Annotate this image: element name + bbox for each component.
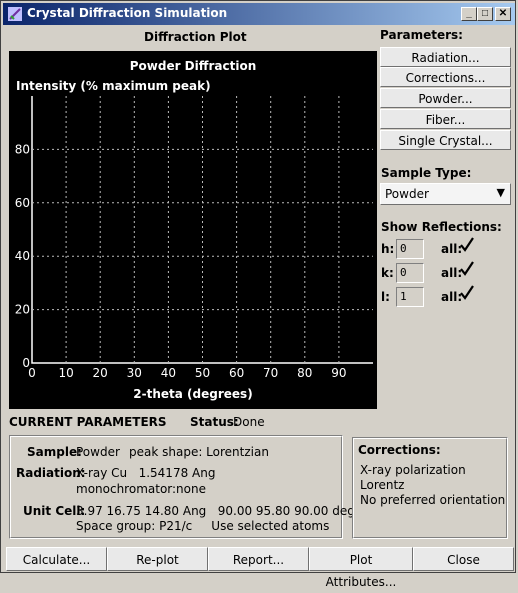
diffraction-plot-label: Diffraction Plot [144,30,247,44]
show-reflections-label: Show Reflections: [381,220,502,234]
diffraction-plot[interactable]: Powder Diffraction Intensity (% maximum … [9,51,377,409]
plot-canvas[interactable]: Powder Diffraction Intensity (% maximum … [9,51,377,409]
y-tick-label: 40 [15,249,30,263]
y-tick-label: 60 [15,196,30,210]
plot-attributes-button[interactable]: Plot Attributes... [309,547,413,589]
x-tick-label: 90 [331,366,346,380]
monochromator-value: monochromator:none [76,482,206,496]
x-tick-label: 10 [58,366,73,380]
radiation-button[interactable]: Radiation... [380,47,511,67]
parameters-label: Parameters: [380,28,463,42]
current-parameters-label: CURRENT PARAMETERS [9,415,167,429]
correction-item: X-ray polarization [360,463,466,477]
title-bar[interactable]: Crystal Diffraction Simulation _ □ ✕ [3,3,515,25]
space-group-value: Space group: P21/c Use selected atoms [76,519,330,533]
peak-shape-value: peak shape: Lorentzian [129,445,269,459]
correction-item: Lorentz [360,478,405,492]
sample-value: Powder [76,445,120,459]
y-tick-label: 20 [15,303,30,317]
x-tick-label: 20 [93,366,108,380]
checkmark-icon [460,285,474,300]
calculate-button[interactable]: Calculate... [6,547,107,571]
radiation-value: X-ray Cu 1.54178 Ang [76,466,216,480]
powder-button[interactable]: Powder... [380,88,511,108]
window-title: Crystal Diffraction Simulation [27,6,228,20]
sample-type-value: Powder [385,187,429,201]
report-button[interactable]: Report... [208,547,309,571]
x-tick-label: 80 [297,366,312,380]
x-tick-label: 30 [127,366,142,380]
k-all-checkbox[interactable] [459,261,475,277]
status-label: Status: [190,415,239,429]
main-window: Crystal Diffraction Simulation _ □ ✕ Dif… [0,0,516,589]
y-tick-label: 0 [22,356,30,370]
y-tick-label: 80 [15,142,30,156]
status-value: Done [233,415,265,429]
x-tick-label: 50 [195,366,210,380]
x-tick-label: 40 [161,366,176,380]
h-label: h: [381,242,395,256]
replot-button[interactable]: Re-plot [107,547,208,571]
chart-title: Powder Diffraction [130,59,257,73]
correction-item: No preferred orientation [360,493,506,507]
h-index-field[interactable]: 0 [396,239,424,259]
maximize-button[interactable]: □ [477,7,493,21]
crystal-app-icon [8,7,22,21]
h-all-checkbox[interactable] [459,237,475,253]
l-label: l: [381,290,390,304]
k-label: k: [381,266,394,280]
k-index-field[interactable]: 0 [396,263,424,283]
close-button[interactable]: Close [413,547,514,571]
y-axis-label: Intensity (% maximum peak) [16,79,211,93]
sample-type-select[interactable]: Powder ▼ [380,183,511,205]
l-all-checkbox[interactable] [459,285,475,301]
close-window-button[interactable]: ✕ [495,7,511,21]
x-axis-label: 2-theta (degrees) [133,387,252,401]
checkmark-icon [460,237,474,252]
minimize-button[interactable]: _ [461,7,477,21]
x-tick-label: 70 [263,366,278,380]
checkmark-icon [460,261,474,276]
chevron-down-icon: ▼ [496,186,505,199]
corrections-button[interactable]: Corrections... [380,67,511,87]
x-tick-label: 60 [229,366,244,380]
sample-label: Sample: [27,445,82,459]
l-index-field[interactable]: 1 [396,287,424,307]
single-crystal-button[interactable]: Single Crystal... [380,130,511,150]
fiber-button[interactable]: Fiber... [380,109,511,129]
sample-type-label: Sample Type: [381,166,472,180]
corrections-label: Corrections: [358,443,441,457]
unit-cell-value: 3.97 16.75 14.80 Ang 90.00 95.80 90.00 d… [76,504,355,518]
